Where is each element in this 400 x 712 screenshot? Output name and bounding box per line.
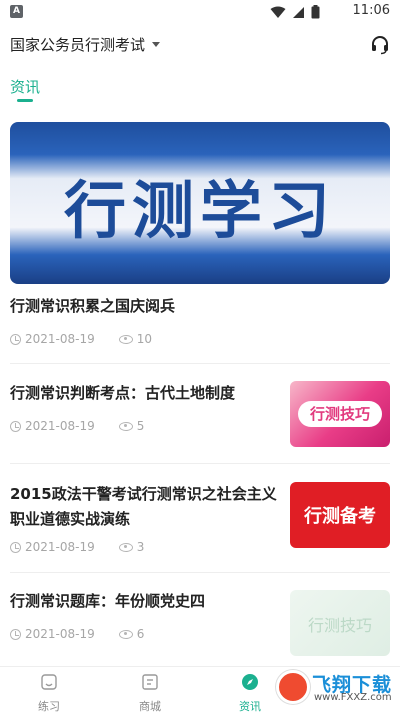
wifi-icon <box>270 6 286 18</box>
article-title: 行测常识题库：年份顺党史四 <box>10 592 206 610</box>
eye-icon <box>118 334 133 344</box>
divider <box>10 363 390 364</box>
banner-text: 行测学习 <box>63 174 336 247</box>
tab-bar: 资讯 <box>0 68 400 108</box>
clock-icon <box>10 333 21 345</box>
tab-news[interactable]: 资讯 <box>10 76 40 97</box>
status-time: 11:06 <box>352 3 390 18</box>
article-meta: 2021-08-19 10 <box>10 332 152 346</box>
article-date: 2021-08-19 <box>25 332 95 346</box>
nav-item-practice[interactable]: 练习 <box>9 673 89 712</box>
article-views: 3 <box>118 540 145 554</box>
tab-indicator <box>17 99 33 102</box>
chevron-down-icon <box>152 42 161 47</box>
headset-icon[interactable] <box>370 35 390 55</box>
thumbnail-label: 行测技巧 <box>307 616 372 635</box>
article-view-count: 6 <box>136 627 145 641</box>
nav-item-shop[interactable]: 商城 <box>110 673 190 712</box>
thumbnail-label: 行测技巧 <box>298 401 382 427</box>
article-view-count: 5 <box>136 419 145 433</box>
eye-icon <box>118 629 133 639</box>
watermark-url: www.FXXZ.com <box>314 692 392 703</box>
app-notification-icon: A <box>10 5 23 18</box>
article-view-count: 3 <box>136 540 145 554</box>
article-meta: 2021-08-19 5 <box>10 419 144 433</box>
article-title: 行测常识判断考点：古代土地制度 <box>10 384 236 402</box>
divider <box>10 572 390 573</box>
battery-icon <box>311 5 320 19</box>
article-meta: 2021-08-19 3 <box>10 540 144 554</box>
compass-icon <box>242 674 258 690</box>
article-view-count: 10 <box>136 332 153 346</box>
article-title: 2015政法干警考试行测常识之社会主义 职业道德实战演练 <box>10 482 290 532</box>
nav-label: 商城 <box>139 700 161 712</box>
article-meta: 2021-08-19 6 <box>10 627 144 641</box>
article-title-line: 2015政法干警考试行测常识之社会主义 <box>10 485 277 503</box>
article-thumbnail[interactable]: 行测备考 <box>290 482 390 548</box>
thumbnail-label: 行测备考 <box>304 506 376 527</box>
signal-icon <box>293 6 304 18</box>
article-item[interactable]: 行测常识积累之国庆阅兵 2021-08-19 10 <box>10 294 390 364</box>
app-header: 国家公务员行测考试 <box>0 24 400 68</box>
banner-image[interactable]: 行测学习 <box>10 122 390 284</box>
article-title-line: 职业道德实战演练 <box>10 510 131 528</box>
article-views: 5 <box>118 419 145 433</box>
article-title: 行测常识积累之国庆阅兵 <box>10 297 176 315</box>
article-date: 2021-08-19 <box>25 419 95 433</box>
eye-icon <box>118 421 133 431</box>
shop-icon <box>142 674 158 690</box>
exam-selector-dropdown[interactable]: 国家公务员行测考试 <box>10 34 161 55</box>
clock-icon <box>10 420 21 432</box>
nav-label: 练习 <box>38 700 60 712</box>
exam-selector-label: 国家公务员行测考试 <box>10 36 146 54</box>
article-date: 2021-08-19 <box>25 540 95 554</box>
article-views: 6 <box>118 627 145 641</box>
clock-icon <box>10 541 21 553</box>
article-thumbnail[interactable]: 行测技巧 <box>290 381 390 447</box>
status-bar: A 11:06 <box>0 0 400 24</box>
system-icons <box>270 5 320 19</box>
article-date: 2021-08-19 <box>25 627 95 641</box>
divider <box>10 463 390 464</box>
eye-icon <box>118 542 133 552</box>
clock-icon <box>10 628 21 640</box>
watermark-logo-icon <box>276 670 310 704</box>
article-thumbnail[interactable]: 行测技巧 <box>290 590 390 656</box>
article-views: 10 <box>118 332 153 346</box>
practice-icon <box>41 674 57 690</box>
watermark: 飞翔下载 www.FXXZ.com <box>276 668 392 708</box>
